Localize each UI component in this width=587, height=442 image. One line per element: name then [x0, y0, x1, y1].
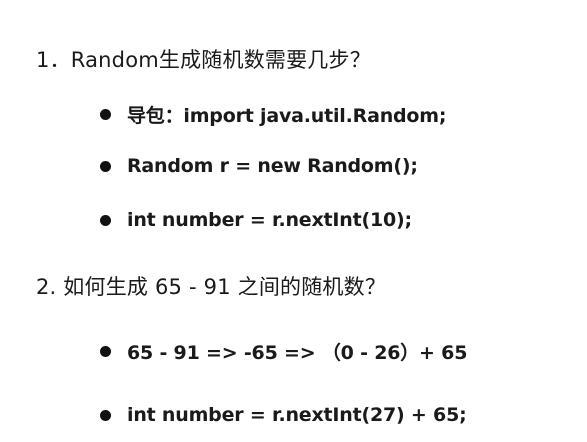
- question-1-heading: 1．Random生成随机数需要几步？: [36, 48, 371, 72]
- question-2-heading: 2. 如何生成 65 - 91 之间的随机数？: [36, 275, 387, 299]
- list-item-text: 65 - 91 => -65 => （0 - 26）+ 65: [127, 342, 468, 364]
- bullet-dot-icon: [100, 346, 111, 357]
- list-item-new-random: Random r = new Random();: [100, 155, 418, 177]
- bullet-dot-icon: [100, 409, 111, 421]
- bullet-dot-icon: [100, 160, 111, 172]
- list-item-text: Random r = new Random();: [127, 155, 418, 177]
- list-item-text: int number = r.nextInt(10);: [127, 209, 412, 231]
- list-item-range-code: int number = r.nextInt(27) + 65;: [100, 404, 467, 426]
- list-item-next-int: int number = r.nextInt(10);: [100, 209, 412, 231]
- bullet-dot-icon: [100, 214, 111, 226]
- list-item-text: int number = r.nextInt(27) + 65;: [127, 404, 467, 426]
- list-item-import: 导包：import java.util.Random;: [100, 101, 446, 128]
- list-item-range-derivation: 65 - 91 => -65 => （0 - 26）+ 65: [100, 338, 467, 365]
- list-item-text: 导包：import java.util.Random;: [127, 105, 447, 127]
- bullet-dot-icon: [100, 109, 111, 120]
